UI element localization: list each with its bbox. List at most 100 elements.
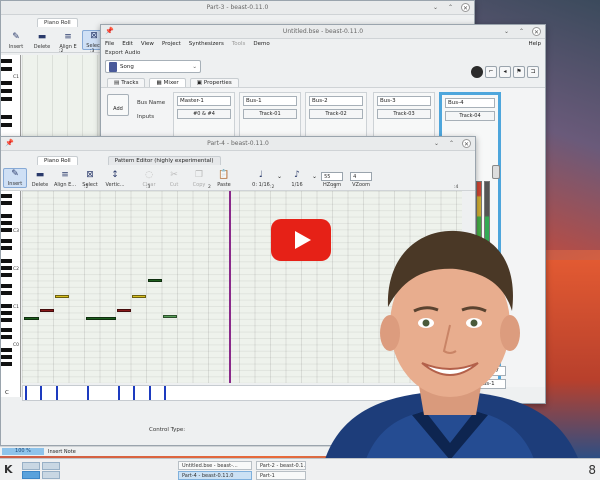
playhead[interactable] (229, 191, 231, 383)
eraser-icon: ▬ (35, 170, 45, 180)
pin-icon[interactable]: 📌 (105, 27, 114, 35)
tab-properties[interactable]: ▣ Properties (189, 78, 239, 87)
record-icon[interactable] (471, 66, 483, 78)
menu-help[interactable]: Help (528, 41, 541, 47)
tracks-icon: ▤ (114, 80, 120, 86)
end-icon[interactable]: ⊐ (527, 66, 539, 78)
chevron-down-icon[interactable]: ⌄ (277, 173, 282, 180)
octave-label: C3 (13, 229, 20, 234)
align-icon: ≡ (64, 32, 72, 42)
back-icon[interactable]: ◂ (499, 66, 511, 78)
close-icon[interactable]: ✕ (532, 27, 541, 36)
select-icon: ⊠ (90, 31, 98, 41)
menu-project[interactable]: Project (162, 41, 181, 47)
pager-desktop[interactable] (22, 462, 40, 470)
properties-icon: ▣ (196, 80, 202, 86)
song-icon (109, 62, 117, 72)
cut-icon: ✂ (170, 170, 178, 180)
chevron-down-icon: ⌄ (192, 64, 197, 70)
minimize-icon[interactable]: ⌄ (431, 3, 440, 12)
song-select[interactable]: Song ⌄ (105, 60, 201, 73)
pin-icon[interactable]: 📌 (5, 139, 14, 147)
pencil-icon: ✎ (11, 169, 19, 179)
align-icon: ≡ (61, 170, 69, 180)
task-part1[interactable]: Part-1 (256, 471, 306, 480)
eraser-icon: ▬ (37, 32, 47, 42)
pager-desktop-active[interactable] (22, 471, 40, 479)
progress-bar: 100 % (2, 448, 44, 455)
export-audio-button[interactable]: Export Audio (101, 49, 545, 57)
note[interactable] (55, 295, 69, 298)
flag-icon[interactable]: ⚑ (513, 66, 525, 78)
note[interactable] (148, 279, 162, 282)
bus-input-select[interactable]: #0 & #4 (177, 109, 231, 119)
pager-desktop[interactable] (42, 471, 60, 479)
align-tool-button[interactable]: ≡ Align E (56, 32, 80, 50)
minimize-icon[interactable]: ⌄ (502, 27, 511, 36)
task-untitled[interactable]: Untitled.bse - beast-... (178, 461, 252, 470)
title-bar[interactable]: 📌 Part-4 - beast-0.11.0 ⌄ ⌃ ✕ (1, 137, 475, 151)
pager-desktop[interactable] (42, 462, 60, 470)
title-bar[interactable]: Part-3 - beast-0.11.0 ⌄ ⌃ ✕ (1, 1, 474, 15)
window-title: Part-3 - beast-0.11.0 (206, 4, 269, 11)
note[interactable] (132, 295, 146, 298)
note[interactable] (40, 309, 54, 312)
vzoom-spinbox[interactable]: 4 (350, 172, 373, 181)
task-part4[interactable]: Part-4 - beast-0.11.0 (178, 471, 252, 480)
menu-demo[interactable]: Demo (253, 41, 269, 47)
bus-name-field[interactable]: Bus-1 (243, 96, 297, 106)
tab-piano-roll[interactable]: Piano Roll (37, 156, 78, 165)
note-selected[interactable] (163, 315, 177, 318)
octave-label: C1 (13, 75, 20, 80)
presenter-photo (320, 230, 585, 480)
menu-view[interactable]: View (141, 41, 154, 47)
control-type-label: Control Type: (149, 427, 186, 433)
tab-piano-roll[interactable]: Piano Roll (37, 18, 78, 27)
chevron-down-icon[interactable]: ⌄ (312, 173, 317, 180)
bus-input-select[interactable]: Track-03 (377, 109, 431, 119)
keyboard[interactable]: C3 C2 C1 C0 (1, 191, 21, 397)
menu-edit[interactable]: Edit (122, 41, 133, 47)
maximize-icon[interactable]: ⌃ (517, 27, 526, 36)
insert-tool-button[interactable]: ✎ Insert (4, 32, 28, 50)
close-icon[interactable]: ✕ (462, 139, 471, 148)
bus-name-field[interactable]: Master-1 (177, 96, 231, 106)
tab-mixer[interactable]: ▦ Mixer (149, 78, 186, 87)
ruler-label: :3 (90, 49, 95, 54)
menu-file[interactable]: File (105, 41, 114, 47)
hzoom-spinbox[interactable]: 55 (321, 172, 344, 181)
vertical-icon: ↕ (111, 170, 119, 180)
ruler-label: :2 (59, 49, 64, 54)
pencil-icon: ✎ (12, 32, 20, 42)
add-bus-button[interactable]: Add (107, 94, 129, 116)
rewind-icon[interactable]: ⌐ (485, 66, 497, 78)
menu-tools[interactable]: Tools (232, 41, 246, 47)
octave-label: C0 (13, 343, 20, 348)
note[interactable] (86, 317, 116, 320)
bus-input-select[interactable]: Track-04 (445, 111, 495, 121)
octave-label: C1 (13, 305, 20, 310)
bus-name-field[interactable]: Bus-3 (377, 96, 431, 106)
volume-fader[interactable] (492, 165, 500, 179)
title-bar[interactable]: 📌 Untitled.bse - beast-0.11.0 ⌄ ⌃ ✕ (101, 25, 545, 39)
bus-input-select[interactable]: Track-02 (309, 109, 363, 119)
close-icon[interactable]: ✕ (461, 3, 470, 12)
bus-input-select[interactable]: Track-01 (243, 109, 297, 119)
bus-name-field[interactable]: Bus-2 (309, 96, 363, 106)
bus-name-field[interactable]: Bus-4 (445, 98, 495, 108)
maximize-icon[interactable]: ⌃ (446, 3, 455, 12)
note-icon: ♩ (258, 170, 264, 180)
tab-pattern-editor[interactable]: Pattern Editor (highly experimental) (107, 156, 221, 165)
minimize-icon[interactable]: ⌄ (432, 139, 441, 148)
note[interactable] (24, 317, 39, 320)
delete-tool-button[interactable]: ▬ Delete (30, 32, 54, 50)
clear-icon: ◌ (145, 170, 153, 180)
kde-launcher-icon[interactable]: K (4, 463, 18, 477)
task-part2[interactable]: Part-2 - beast-0.1... (256, 461, 306, 470)
tab-tracks[interactable]: ▤ Tracks (107, 78, 146, 87)
note[interactable] (117, 309, 131, 312)
status-text: Insert Note (48, 448, 76, 455)
paste-icon: 📋 (218, 170, 230, 180)
maximize-icon[interactable]: ⌃ (447, 139, 456, 148)
menu-synthesizers[interactable]: Synthesizers (189, 41, 224, 47)
